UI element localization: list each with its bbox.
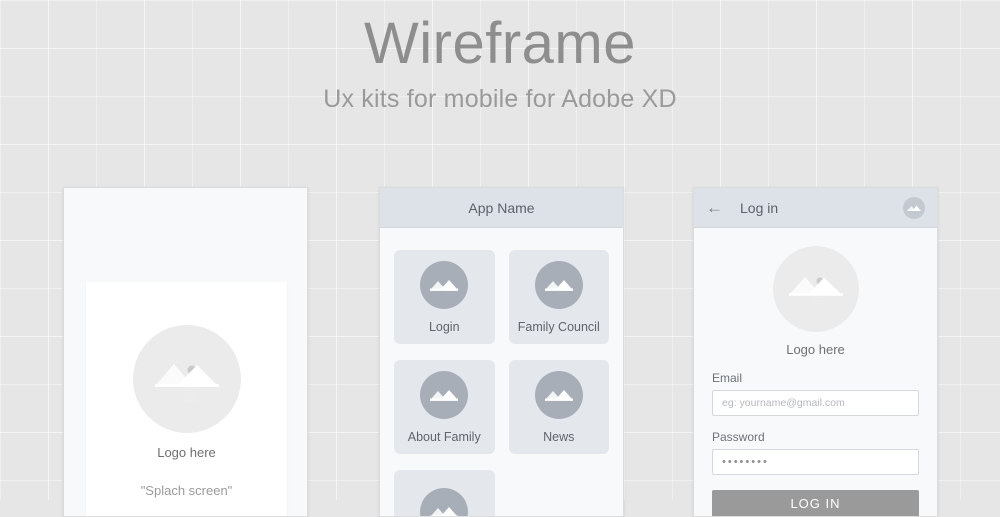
page-subtitle: Ux kits for mobile for Adobe XD: [0, 85, 1000, 114]
menu-tile-login[interactable]: Login: [394, 250, 495, 344]
mountain-image-icon: [420, 488, 468, 517]
phone-mockup-menu: App Name Login Family Council: [379, 187, 624, 517]
login-appbar: ← Log in: [694, 188, 937, 228]
splash-card: Logo here "Splach screen": [86, 282, 287, 517]
phone-mockup-splash: Logo here "Splach screen": [63, 187, 308, 517]
phone-mockup-login: ← Log in Logo: [693, 187, 938, 517]
menu-appbar: App Name: [380, 188, 623, 228]
avatar-image-icon[interactable]: [903, 197, 925, 219]
splash-caption: "Splach screen": [86, 483, 287, 498]
mountain-image-icon: [420, 371, 468, 419]
menu-tile-label: Family Council: [518, 320, 600, 334]
hero-header: Wireframe Ux kits for mobile for Adobe X…: [0, 0, 1000, 114]
mountain-image-icon: [535, 261, 583, 309]
mountain-image-icon: [773, 246, 859, 332]
login-appbar-title: Log in: [740, 200, 903, 216]
mountain-image-icon: [535, 371, 583, 419]
menu-tile-label: Login: [429, 320, 460, 334]
login-button[interactable]: LOG IN: [712, 490, 919, 517]
menu-tile-grid: Login Family Council About Family: [380, 228, 623, 517]
menu-tile-label: News: [543, 430, 574, 444]
password-label: Password: [712, 430, 919, 444]
page-title: Wireframe: [0, 14, 1000, 75]
menu-tile-news[interactable]: News: [509, 360, 610, 454]
login-logo-label: Logo here: [712, 342, 919, 357]
email-label: Email: [712, 371, 919, 385]
email-field[interactable]: eg: yourname@gmail.com: [712, 390, 919, 416]
menu-tile-about-family[interactable]: About Family: [394, 360, 495, 454]
mountain-image-icon: [133, 325, 241, 433]
splash-logo-wrap: [86, 325, 287, 433]
arrow-left-icon[interactable]: ←: [706, 199, 726, 216]
login-logo-wrap: [712, 246, 919, 332]
menu-tile-label: About Family: [408, 430, 481, 444]
menu-tile-partial[interactable]: [394, 470, 495, 517]
mountain-image-icon: [420, 261, 468, 309]
login-form: Logo here Email eg: yourname@gmail.com P…: [694, 228, 937, 517]
password-field[interactable]: ••••••••: [712, 449, 919, 475]
splash-logo-label: Logo here: [86, 445, 287, 460]
menu-tile-family-council[interactable]: Family Council: [509, 250, 610, 344]
menu-appbar-title: App Name: [468, 200, 534, 216]
